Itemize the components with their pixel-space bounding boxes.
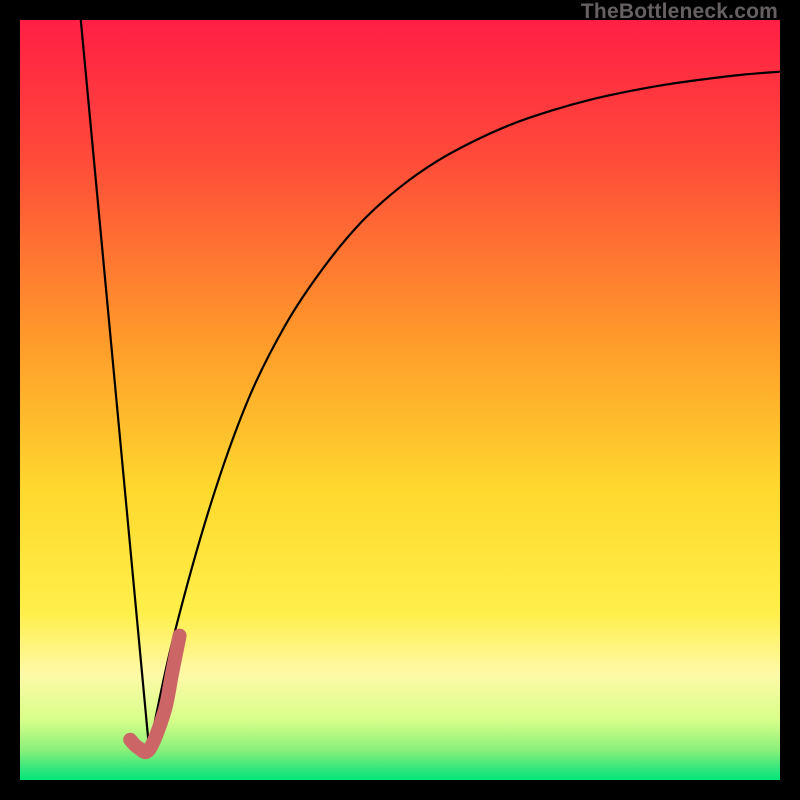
chart-frame: TheBottleneck.com [0, 0, 800, 800]
plot-area [20, 20, 780, 780]
gradient-background [20, 20, 780, 780]
chart-svg [20, 20, 780, 780]
watermark-text: TheBottleneck.com [581, 0, 778, 24]
